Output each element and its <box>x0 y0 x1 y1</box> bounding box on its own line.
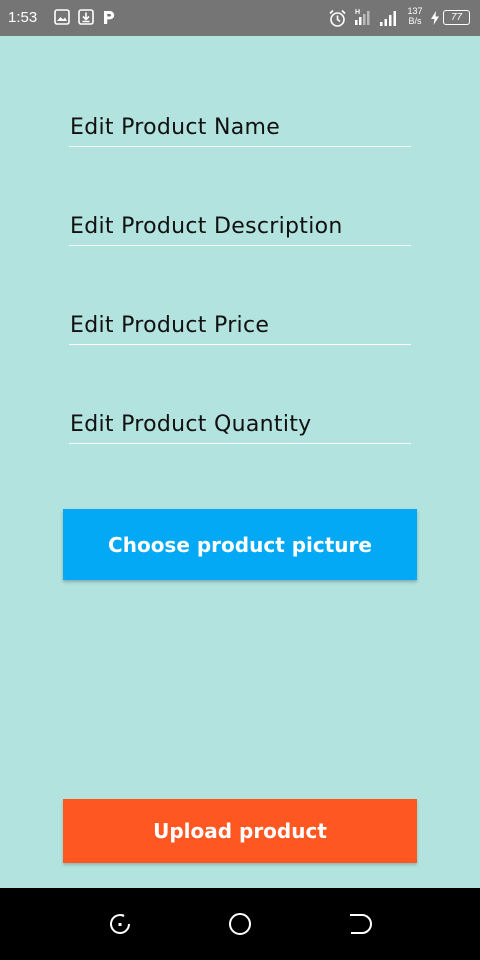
svg-text:H: H <box>355 9 360 16</box>
product-description-field[interactable]: Edit Product Description <box>69 205 411 246</box>
signal-icon <box>380 11 396 26</box>
choose-picture-label: Choose product picture <box>108 532 372 557</box>
alarm-icon <box>329 9 346 27</box>
parking-icon <box>104 11 115 24</box>
choose-picture-button[interactable]: Choose product picture <box>63 509 417 580</box>
image-icon <box>54 9 70 25</box>
product-price-field[interactable]: Edit Product Price <box>69 304 411 345</box>
home-icon[interactable] <box>228 912 252 936</box>
net-speed: 137 B/s <box>407 6 423 26</box>
upload-product-button[interactable]: Upload product <box>63 799 417 863</box>
upload-product-label: Upload product <box>153 819 327 843</box>
product-quantity-field[interactable]: Edit Product Quantity <box>69 403 411 444</box>
status-time: 1:53 <box>8 9 38 26</box>
recents-icon[interactable] <box>348 912 372 936</box>
download-icon <box>78 9 94 25</box>
product-description-hint: Edit Product Description <box>70 214 343 239</box>
back-icon[interactable] <box>108 912 132 936</box>
product-quantity-hint: Edit Product Quantity <box>70 412 312 437</box>
product-name-hint: Edit Product Name <box>70 115 281 140</box>
product-price-hint: Edit Product Price <box>70 313 270 338</box>
signal-icon: H <box>355 9 370 25</box>
battery-icon: 77 <box>443 10 470 25</box>
status-bar: 1:53 H 137 B/s 77 <box>0 0 480 36</box>
product-name-field[interactable]: Edit Product Name <box>69 106 411 147</box>
navigation-bar <box>0 888 480 960</box>
charging-icon <box>431 11 439 25</box>
